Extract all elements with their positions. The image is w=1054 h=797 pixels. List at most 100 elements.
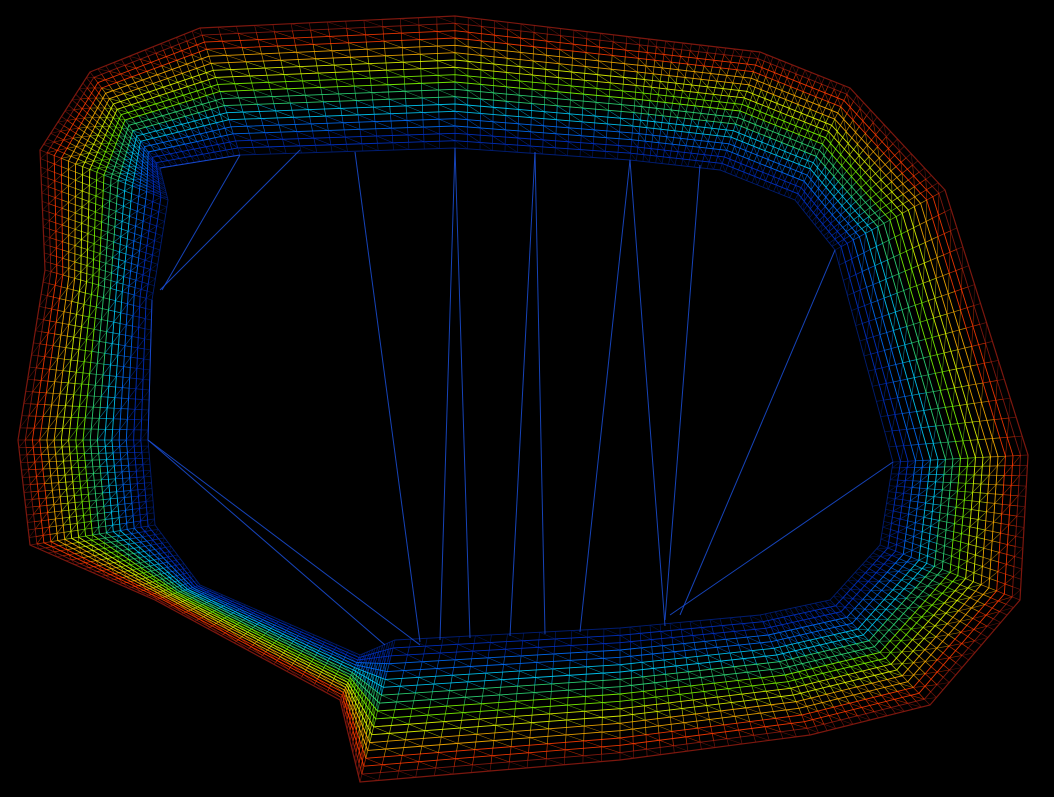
mesh-edge	[745, 707, 761, 714]
mesh-edge	[853, 143, 858, 150]
mesh-edge	[391, 135, 394, 143]
mesh-edge	[425, 645, 441, 654]
mesh-edge	[354, 664, 356, 668]
mesh-edge	[874, 352, 878, 370]
mesh-edge	[97, 82, 102, 89]
mesh-edge	[843, 113, 848, 120]
mesh-edge	[885, 259, 888, 280]
mesh-edge	[655, 108, 657, 116]
mesh-edge	[744, 128, 748, 136]
mesh-edge	[893, 624, 901, 630]
mesh-edge	[713, 60, 721, 69]
mesh-edge	[673, 89, 676, 97]
mesh-edge	[847, 292, 854, 296]
mesh-edge	[340, 108, 359, 116]
mesh-edge	[976, 529, 986, 538]
mesh-edge	[692, 699, 695, 708]
mesh-edge	[670, 55, 673, 63]
mesh-edge	[253, 89, 273, 97]
mesh-edge	[632, 119, 634, 127]
mesh-edge	[872, 576, 880, 582]
mesh-edge	[604, 151, 606, 159]
mesh-edge	[918, 427, 922, 445]
mesh-edge	[745, 159, 750, 166]
mesh-edge	[767, 167, 772, 175]
mesh-edge	[619, 752, 634, 759]
mesh-edge	[528, 737, 531, 746]
mesh-edge	[948, 645, 956, 651]
mesh-edge	[982, 559, 991, 567]
mesh-edge	[923, 355, 931, 359]
mesh-edge	[603, 643, 621, 651]
mesh-edge	[889, 640, 902, 642]
mesh-edge	[720, 122, 727, 131]
mesh-edge	[933, 390, 941, 392]
mesh-edge	[975, 382, 984, 385]
mesh-edge	[860, 589, 868, 596]
mesh-edge	[633, 743, 647, 750]
mesh-edge	[857, 580, 865, 586]
mesh-edge	[546, 758, 565, 765]
mesh-edge	[402, 54, 404, 63]
mesh-edge	[695, 153, 699, 161]
mesh-edge	[752, 87, 756, 94]
mesh-edge	[293, 117, 296, 125]
mesh-edge	[854, 155, 860, 162]
mesh-edge	[911, 265, 919, 269]
mesh-edge	[666, 130, 669, 137]
mesh-edge	[992, 540, 1000, 544]
mesh-edge	[659, 624, 662, 632]
mesh-edge	[715, 114, 722, 123]
mesh-edge	[784, 159, 789, 167]
mesh-edge	[836, 154, 841, 161]
mesh-ring	[111, 110, 931, 680]
mesh-edge	[384, 48, 386, 56]
mesh-edge	[876, 399, 884, 402]
mesh-edge	[888, 348, 892, 367]
mesh-viewport[interactable]	[0, 0, 1054, 797]
mesh-edge	[710, 66, 713, 74]
mesh-edge	[338, 93, 357, 101]
mesh-edge	[846, 176, 852, 182]
mesh-edge	[852, 598, 860, 605]
mesh-edge	[345, 136, 363, 145]
mesh-edge	[786, 123, 791, 131]
mesh-edge	[232, 133, 236, 142]
mesh-edge	[509, 746, 512, 755]
mesh-edge	[699, 742, 702, 750]
mesh-edge	[807, 179, 812, 186]
mesh-edge	[545, 758, 547, 767]
mesh-edge	[797, 97, 801, 105]
mesh-edge	[921, 426, 929, 429]
mesh-edge	[924, 600, 933, 606]
mesh-edge	[912, 227, 914, 249]
mesh-edge	[891, 555, 900, 560]
mesh-edge	[350, 672, 353, 676]
mesh-edge	[916, 515, 924, 518]
mesh-edge	[700, 677, 715, 684]
mesh-edge	[250, 140, 254, 148]
mesh-edge	[637, 58, 639, 66]
mesh-edge	[868, 581, 876, 587]
mesh-edge	[257, 104, 260, 112]
mesh-edge	[568, 141, 581, 150]
mesh-edge	[704, 120, 707, 128]
mesh-edge	[113, 103, 118, 110]
mesh-edge	[913, 321, 921, 325]
mesh-edge	[681, 708, 684, 716]
mesh-edge	[919, 606, 927, 612]
mesh-edge	[388, 655, 392, 664]
mesh-edge	[255, 97, 258, 105]
mesh-edge	[433, 767, 437, 776]
mesh-edge	[465, 696, 482, 704]
mesh-edge	[634, 98, 636, 106]
mesh-edge	[365, 34, 367, 43]
mesh-edge	[825, 181, 831, 188]
mesh-edge	[935, 424, 944, 427]
mesh-edge	[802, 69, 806, 77]
mesh-edge	[332, 649, 335, 652]
mesh-edge	[858, 120, 864, 127]
mesh-edge	[706, 120, 713, 129]
mesh-edge	[825, 607, 836, 614]
mesh-edge	[706, 114, 709, 121]
